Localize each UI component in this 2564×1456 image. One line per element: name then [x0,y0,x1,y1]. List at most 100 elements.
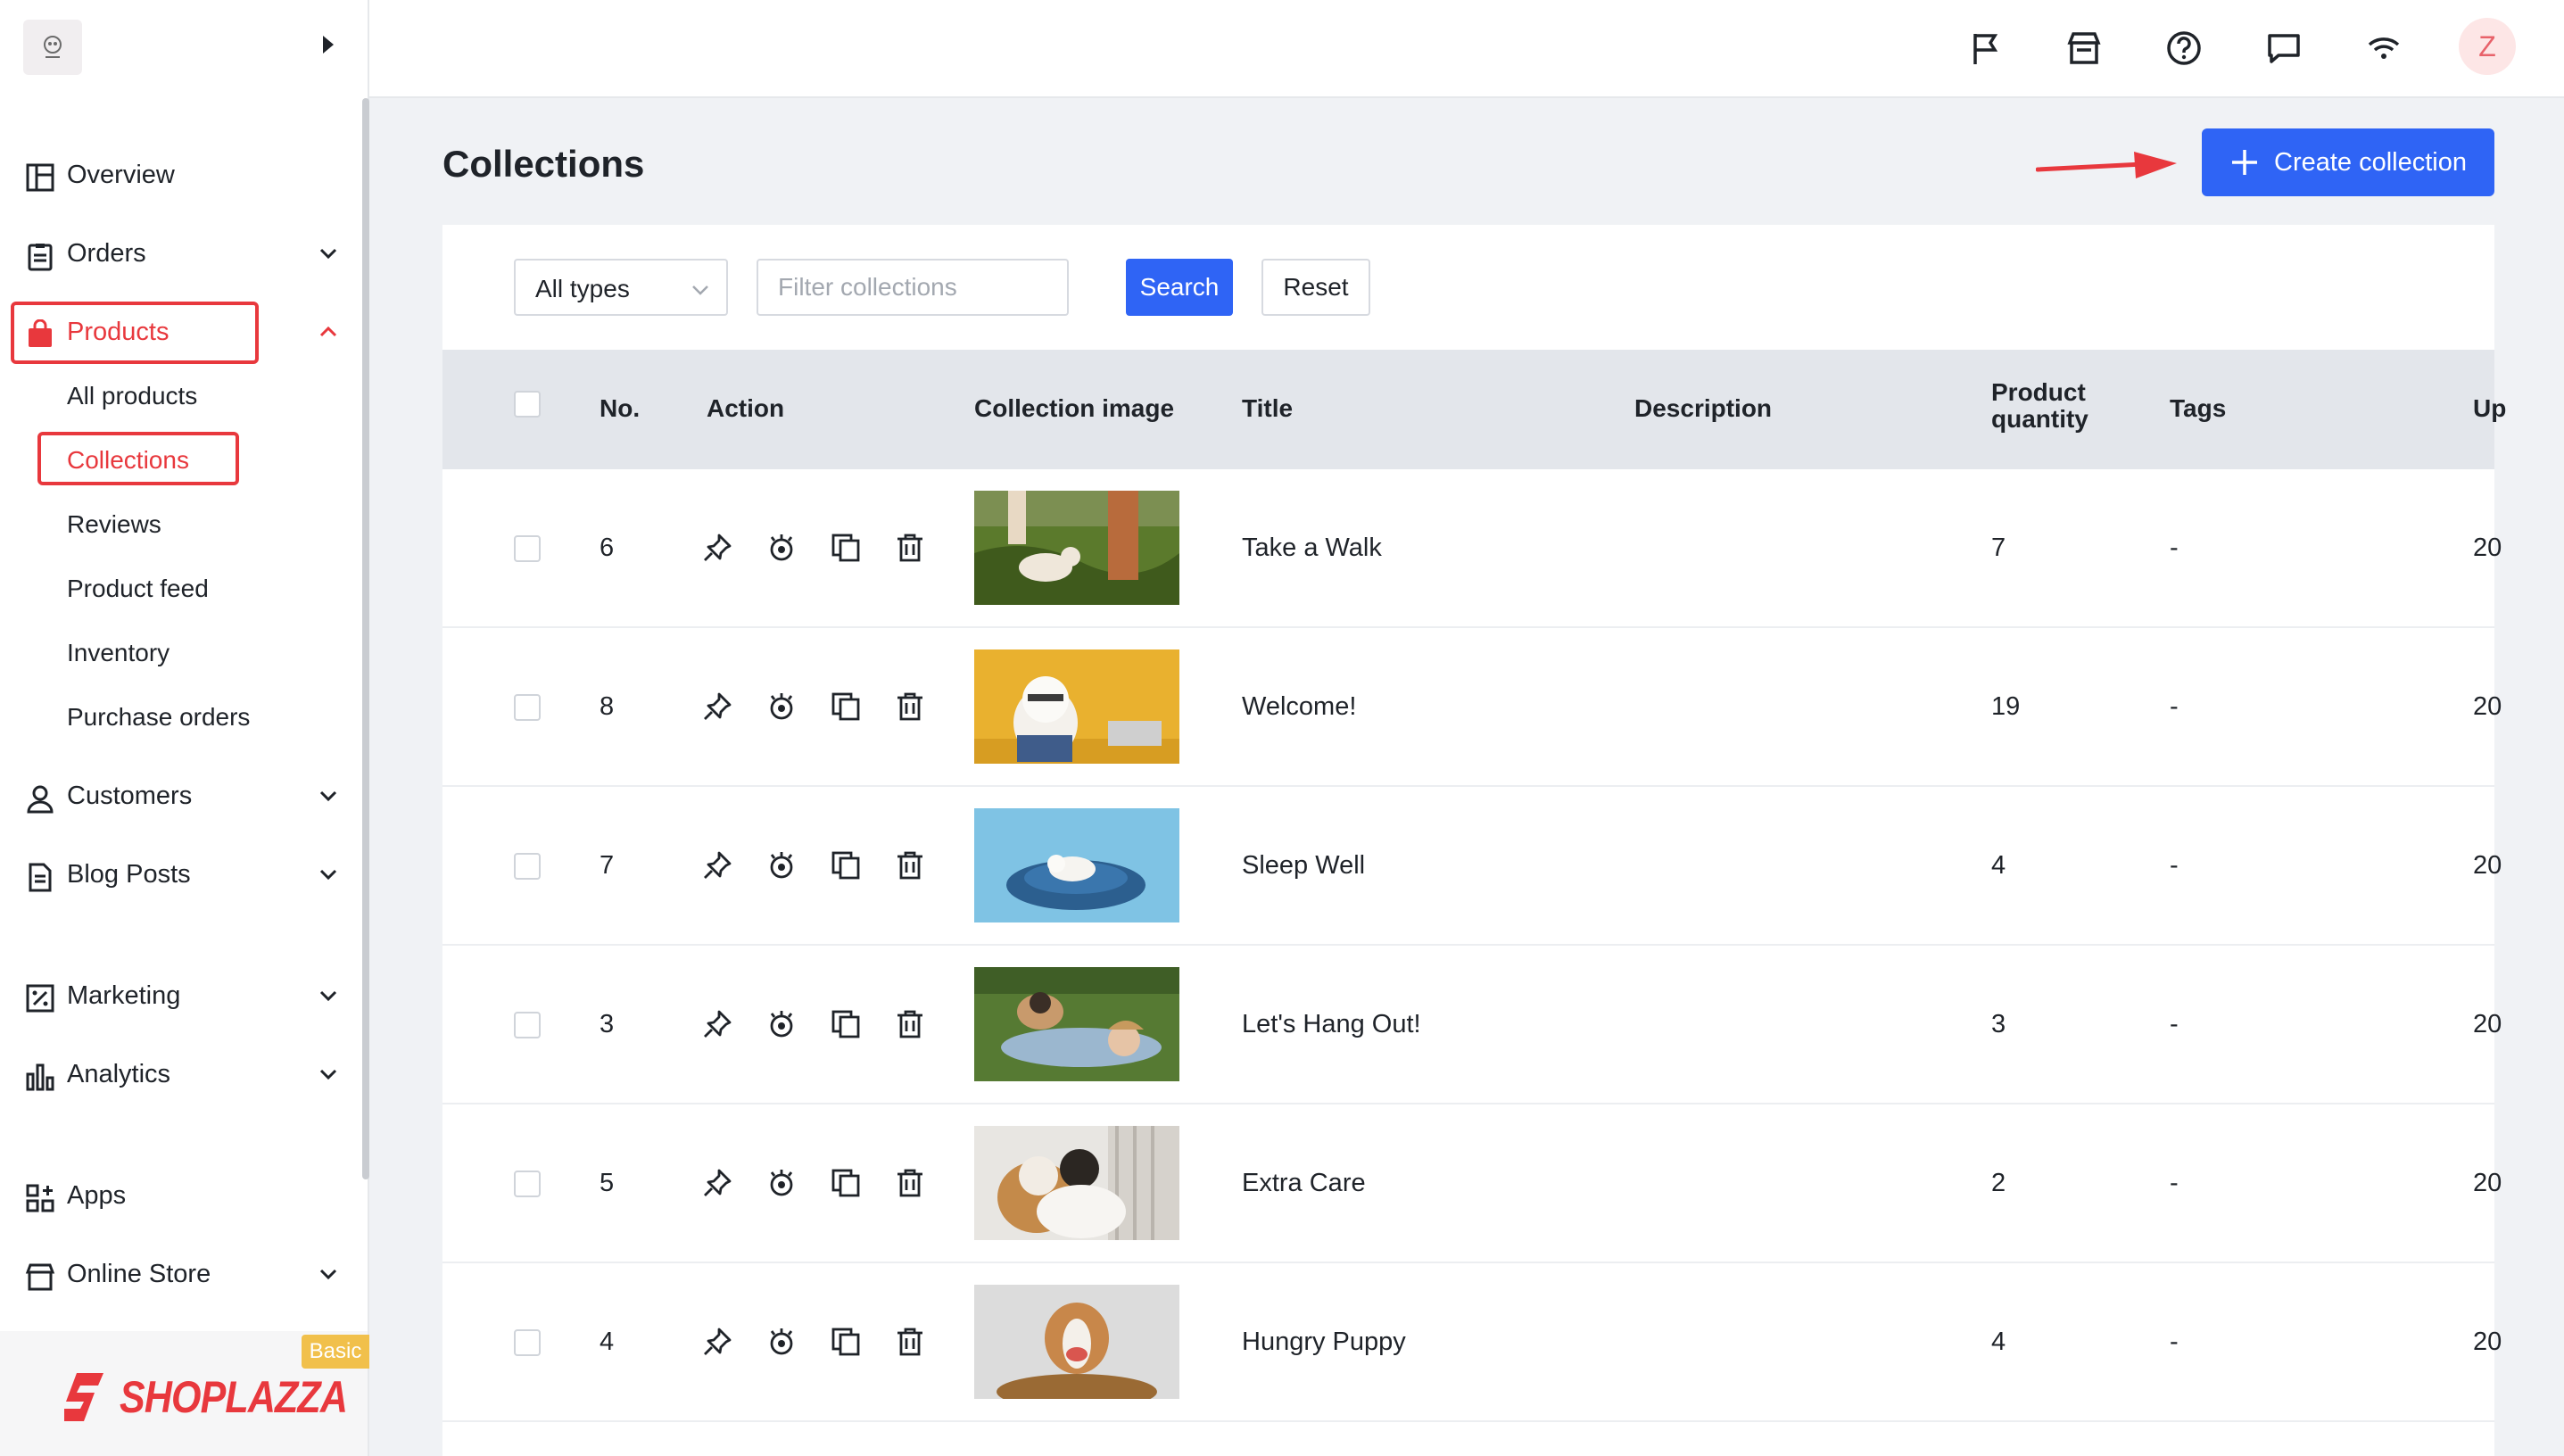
reset-button[interactable]: Reset [1261,259,1370,316]
delete-icon[interactable] [894,1008,926,1040]
delete-icon[interactable] [894,691,926,723]
row-checkbox[interactable] [514,694,541,721]
view-icon[interactable] [765,1167,798,1199]
pin-icon[interactable] [701,691,733,723]
store-icon[interactable] [2064,29,2104,68]
view-icon[interactable] [765,1008,798,1040]
store-logo[interactable] [23,20,82,75]
row-title[interactable]: Extra Care [1242,1169,1366,1198]
chevron-down-icon[interactable] [318,243,339,264]
avatar[interactable]: Z [2459,18,2516,75]
sidebar-item-customers[interactable]: Customers [12,764,352,828]
chevron-down-icon[interactable] [318,985,339,1006]
row-qty: 4 [1991,851,2006,880]
row-tags: - [2170,1169,2179,1197]
pin-icon[interactable] [701,1008,733,1040]
brand-name: SHOPLAZZA [120,1372,348,1422]
table-row[interactable]: 6 Take a Walk 7 - 20 [442,469,2502,628]
delete-icon[interactable] [894,1167,926,1199]
row-checkbox[interactable] [514,1012,541,1038]
row-title[interactable]: Take a Walk [1242,534,1382,563]
table-row[interactable]: 7 Sleep Well 4 - 20 [442,787,2502,946]
sidebar-item-products[interactable]: Products [12,300,352,364]
collections-card: All types Search Reset No. Action Collec… [442,225,2506,1456]
sidebar-item-label: Analytics [67,1059,171,1088]
subnav-reviews[interactable]: Reviews [67,507,161,542]
plus-icon [2232,150,2257,175]
delete-icon[interactable] [894,1326,926,1358]
row-title[interactable]: Let's Hang Out! [1242,1010,1421,1039]
sidebar-item-online-store[interactable]: Online Store [12,1242,352,1306]
duplicate-icon[interactable] [830,532,862,564]
view-icon[interactable] [765,849,798,881]
chevron-down-icon[interactable] [318,1063,339,1085]
row-qty: 19 [1991,692,2021,721]
sidebar-item-overview[interactable]: Overview [12,143,352,207]
sidebar-scrollbar[interactable] [362,98,369,1179]
row-title[interactable]: Welcome! [1242,692,1356,722]
type-select[interactable]: All types [514,259,728,316]
sidebar-item-marketing[interactable]: Marketing [12,964,352,1028]
row-qty: 4 [1991,1328,2006,1356]
sidebar-collapse-icon[interactable] [323,36,334,54]
row-tags: - [2170,851,2179,880]
duplicate-icon[interactable] [830,1008,862,1040]
table-row[interactable]: 4 Hungry Puppy 4 - 20 [442,1263,2502,1422]
row-updated: 20 [2473,692,2502,721]
row-checkbox[interactable] [514,535,541,562]
select-all-checkbox[interactable] [514,391,541,418]
annotation-arrow-icon [2036,152,2177,178]
table-row[interactable]: 3 Let's Hang Out! 3 - 20 [442,946,2502,1104]
create-collection-button[interactable]: Create collection [2202,128,2494,196]
wifi-icon[interactable] [2364,29,2403,68]
row-no: 4 [600,1328,615,1356]
subnav-collections[interactable]: Collections [67,443,189,478]
row-checkbox[interactable] [514,1329,541,1356]
delete-icon[interactable] [894,532,926,564]
table-row[interactable]: 8 Welcome! 19 - 20 [442,628,2502,787]
delete-icon[interactable] [894,849,926,881]
row-updated: 20 [2473,851,2502,880]
sidebar-item-orders[interactable]: Orders [12,221,352,285]
duplicate-icon[interactable] [830,691,862,723]
sidebar-item-apps[interactable]: Apps [12,1163,352,1228]
pin-icon[interactable] [701,849,733,881]
pin-icon[interactable] [701,1167,733,1199]
row-updated: 20 [2473,1169,2502,1197]
subnav-product-feed[interactable]: Product feed [67,571,209,607]
row-no: 6 [600,534,615,562]
sidebar-item-label: Apps [67,1180,127,1210]
subnav-purchase-orders[interactable]: Purchase orders [67,699,250,735]
view-icon[interactable] [765,532,798,564]
flag-icon[interactable] [1966,29,2006,68]
help-icon[interactable] [2164,29,2204,68]
chevron-down-icon[interactable] [318,785,339,807]
chevron-down-icon[interactable] [318,864,339,885]
pin-icon[interactable] [701,1326,733,1358]
duplicate-icon[interactable] [830,849,862,881]
subnav-inventory[interactable]: Inventory [67,635,170,671]
bar-chart-icon [26,1063,54,1091]
duplicate-icon[interactable] [830,1167,862,1199]
chevron-up-icon[interactable] [318,321,339,343]
view-icon[interactable] [765,691,798,723]
chevron-down-icon[interactable] [318,1263,339,1285]
document-icon [29,863,52,892]
duplicate-icon[interactable] [830,1326,862,1358]
pin-icon[interactable] [701,532,733,564]
table-row[interactable]: 5 Extra Care 2 - 20 [442,1104,2502,1263]
search-button[interactable]: Search [1126,259,1233,316]
row-checkbox[interactable] [514,853,541,880]
view-icon[interactable] [765,1326,798,1358]
row-title[interactable]: Sleep Well [1242,851,1365,881]
row-qty: 3 [1991,1010,2006,1038]
sidebar-item-analytics[interactable]: Analytics [12,1042,352,1106]
filter-collections-input[interactable] [757,259,1069,316]
sidebar-item-label: Products [67,317,170,346]
column-product-quantity-line1: Product [1991,378,2086,406]
chat-icon[interactable] [2264,29,2303,68]
subnav-all-products[interactable]: All products [67,378,197,414]
row-checkbox[interactable] [514,1171,541,1197]
sidebar-item-blog-posts[interactable]: Blog Posts [12,842,352,906]
row-title[interactable]: Hungry Puppy [1242,1328,1406,1357]
